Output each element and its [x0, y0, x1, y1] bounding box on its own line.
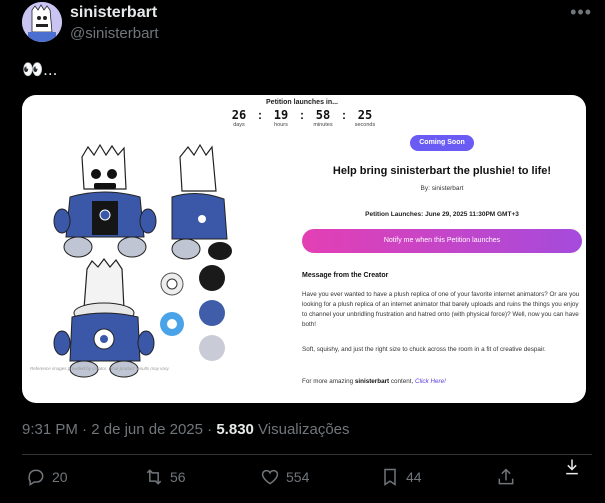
countdown-hours: 19 hours — [268, 108, 294, 128]
reference-disclaimer: Reference images provided by creator. Fi… — [30, 366, 170, 371]
message-paragraph-3: For more amazing sinisterbart content, C… — [302, 377, 580, 387]
message-link: Click Here! — [415, 378, 446, 385]
author-name[interactable]: sinisterbart — [70, 4, 157, 22]
countdown: Petition launches in... 26 days : 19 hou… — [222, 99, 382, 128]
message-paragraph-1: Have you ever wanted to have a plush rep… — [302, 291, 580, 328]
countdown-title: Petition launches in... — [266, 99, 338, 106]
divider — [22, 454, 592, 455]
countdown-minutes: 58 minutes — [310, 108, 336, 128]
countdown-days-value: 26 — [231, 108, 247, 122]
reply-count: 20 — [52, 469, 68, 485]
views-count: 5.830 — [216, 421, 254, 438]
countdown-hours-value: 19 — [273, 108, 289, 122]
meta-separator: · — [203, 421, 217, 438]
tweet-media-image[interactable]: Petition launches in... 26 days : 19 hou… — [22, 95, 586, 403]
countdown-separator: : — [258, 108, 262, 122]
tweet-date[interactable]: 2 de jun de 2025 — [91, 421, 203, 438]
color-swatches — [199, 265, 225, 361]
countdown-minutes-label: minutes — [313, 122, 333, 128]
download-button[interactable] — [562, 457, 582, 477]
share-icon — [498, 468, 514, 485]
message-paragraph-2: Soft, squishy, and just the right size t… — [302, 346, 546, 353]
action-bar: 20 56 554 44 — [22, 459, 592, 493]
plushie-side-view — [171, 143, 232, 260]
countdown-seconds-label: seconds — [354, 122, 376, 128]
repost-count: 56 — [170, 469, 186, 485]
petition-author: By: sinisterbart — [420, 185, 464, 192]
countdown-days-label: days — [233, 122, 245, 128]
swatch-gray — [199, 335, 225, 361]
countdown-days: 26 days — [226, 108, 252, 128]
countdown-minutes-value: 58 — [315, 108, 331, 122]
message-header: Message from the Creator — [302, 272, 389, 279]
heart-icon — [261, 469, 279, 485]
more-options-icon[interactable]: ••• — [570, 2, 592, 23]
repost-button[interactable]: 56 — [144, 467, 186, 487]
repost-icon — [146, 469, 162, 485]
petition-launch-date: Petition Launches: June 29, 2025 11:30PM… — [365, 211, 519, 218]
bookmark-count: 44 — [406, 469, 422, 485]
author-handle[interactable]: @sinisterbart — [70, 25, 159, 42]
plushie-back-view — [53, 258, 155, 378]
petition-title: Help bring sinisterbart the plushie! to … — [332, 165, 552, 177]
plushie-front-view — [53, 143, 157, 258]
avatar[interactable] — [22, 2, 62, 42]
reply-button[interactable]: 20 — [26, 467, 68, 487]
bookmark-icon — [384, 468, 396, 486]
notify-button: Notify me when this Petition launches — [302, 229, 582, 253]
countdown-seconds-value: 25 — [357, 108, 373, 122]
emblem-badges — [160, 272, 184, 336]
reply-icon — [28, 469, 44, 486]
message-p3-mid: content, — [389, 378, 416, 385]
like-button[interactable]: 554 — [260, 467, 309, 487]
countdown-hours-label: hours — [274, 122, 288, 128]
download-icon — [566, 459, 578, 475]
message-p3-prefix: For more amazing — [302, 378, 355, 385]
countdown-separator: : — [342, 108, 346, 122]
countdown-seconds: 25 seconds — [352, 108, 378, 128]
tweet-text: 👀... — [22, 60, 58, 79]
meta-separator: · — [77, 421, 92, 438]
coming-soon-badge: Coming Soon — [410, 135, 474, 151]
tweet-header: sinisterbart @sinisterbart ••• — [22, 0, 592, 50]
tweet-time[interactable]: 9:31 PM — [22, 421, 78, 438]
swatch-blue — [199, 300, 225, 326]
share-button[interactable] — [496, 467, 516, 487]
tweet-meta: 9:31 PM · 2 de jun de 2025 · 5.830 Visua… — [22, 421, 350, 438]
countdown-separator: : — [300, 108, 304, 122]
like-count: 554 — [286, 469, 310, 485]
swatch-black — [199, 265, 225, 291]
message-p3-bold: sinisterbart — [354, 378, 390, 385]
views-label: Visualizações — [253, 421, 350, 438]
bookmark-button[interactable]: 44 — [380, 467, 422, 487]
